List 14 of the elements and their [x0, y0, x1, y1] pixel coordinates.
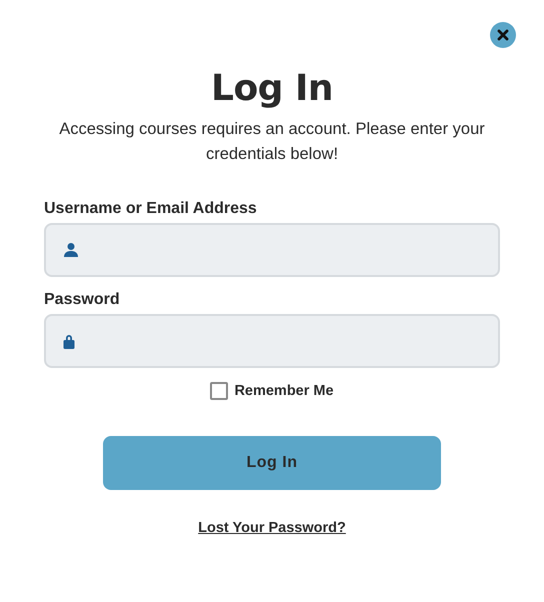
login-button[interactable]: Log In — [103, 436, 441, 490]
checkbox-label[interactable]: Remember Me — [234, 383, 334, 399]
field-label: Password — [44, 291, 121, 309]
user-icon — [63, 242, 79, 258]
remember-checkbox[interactable] — [210, 382, 228, 400]
input-field[interactable] — [44, 314, 500, 368]
close-icon — [497, 29, 509, 41]
close-button[interactable] — [490, 22, 516, 48]
input-field[interactable] — [44, 223, 500, 277]
lock-icon — [63, 333, 75, 349]
dialog-title: Log In — [210, 68, 334, 109]
lost-password-link[interactable]: Lost Your Password? — [198, 520, 346, 536]
intro-text: Accessing courses requires an account. Please enter your credentials below! — [58, 119, 486, 165]
field-label: Username or Email Address — [44, 200, 258, 218]
